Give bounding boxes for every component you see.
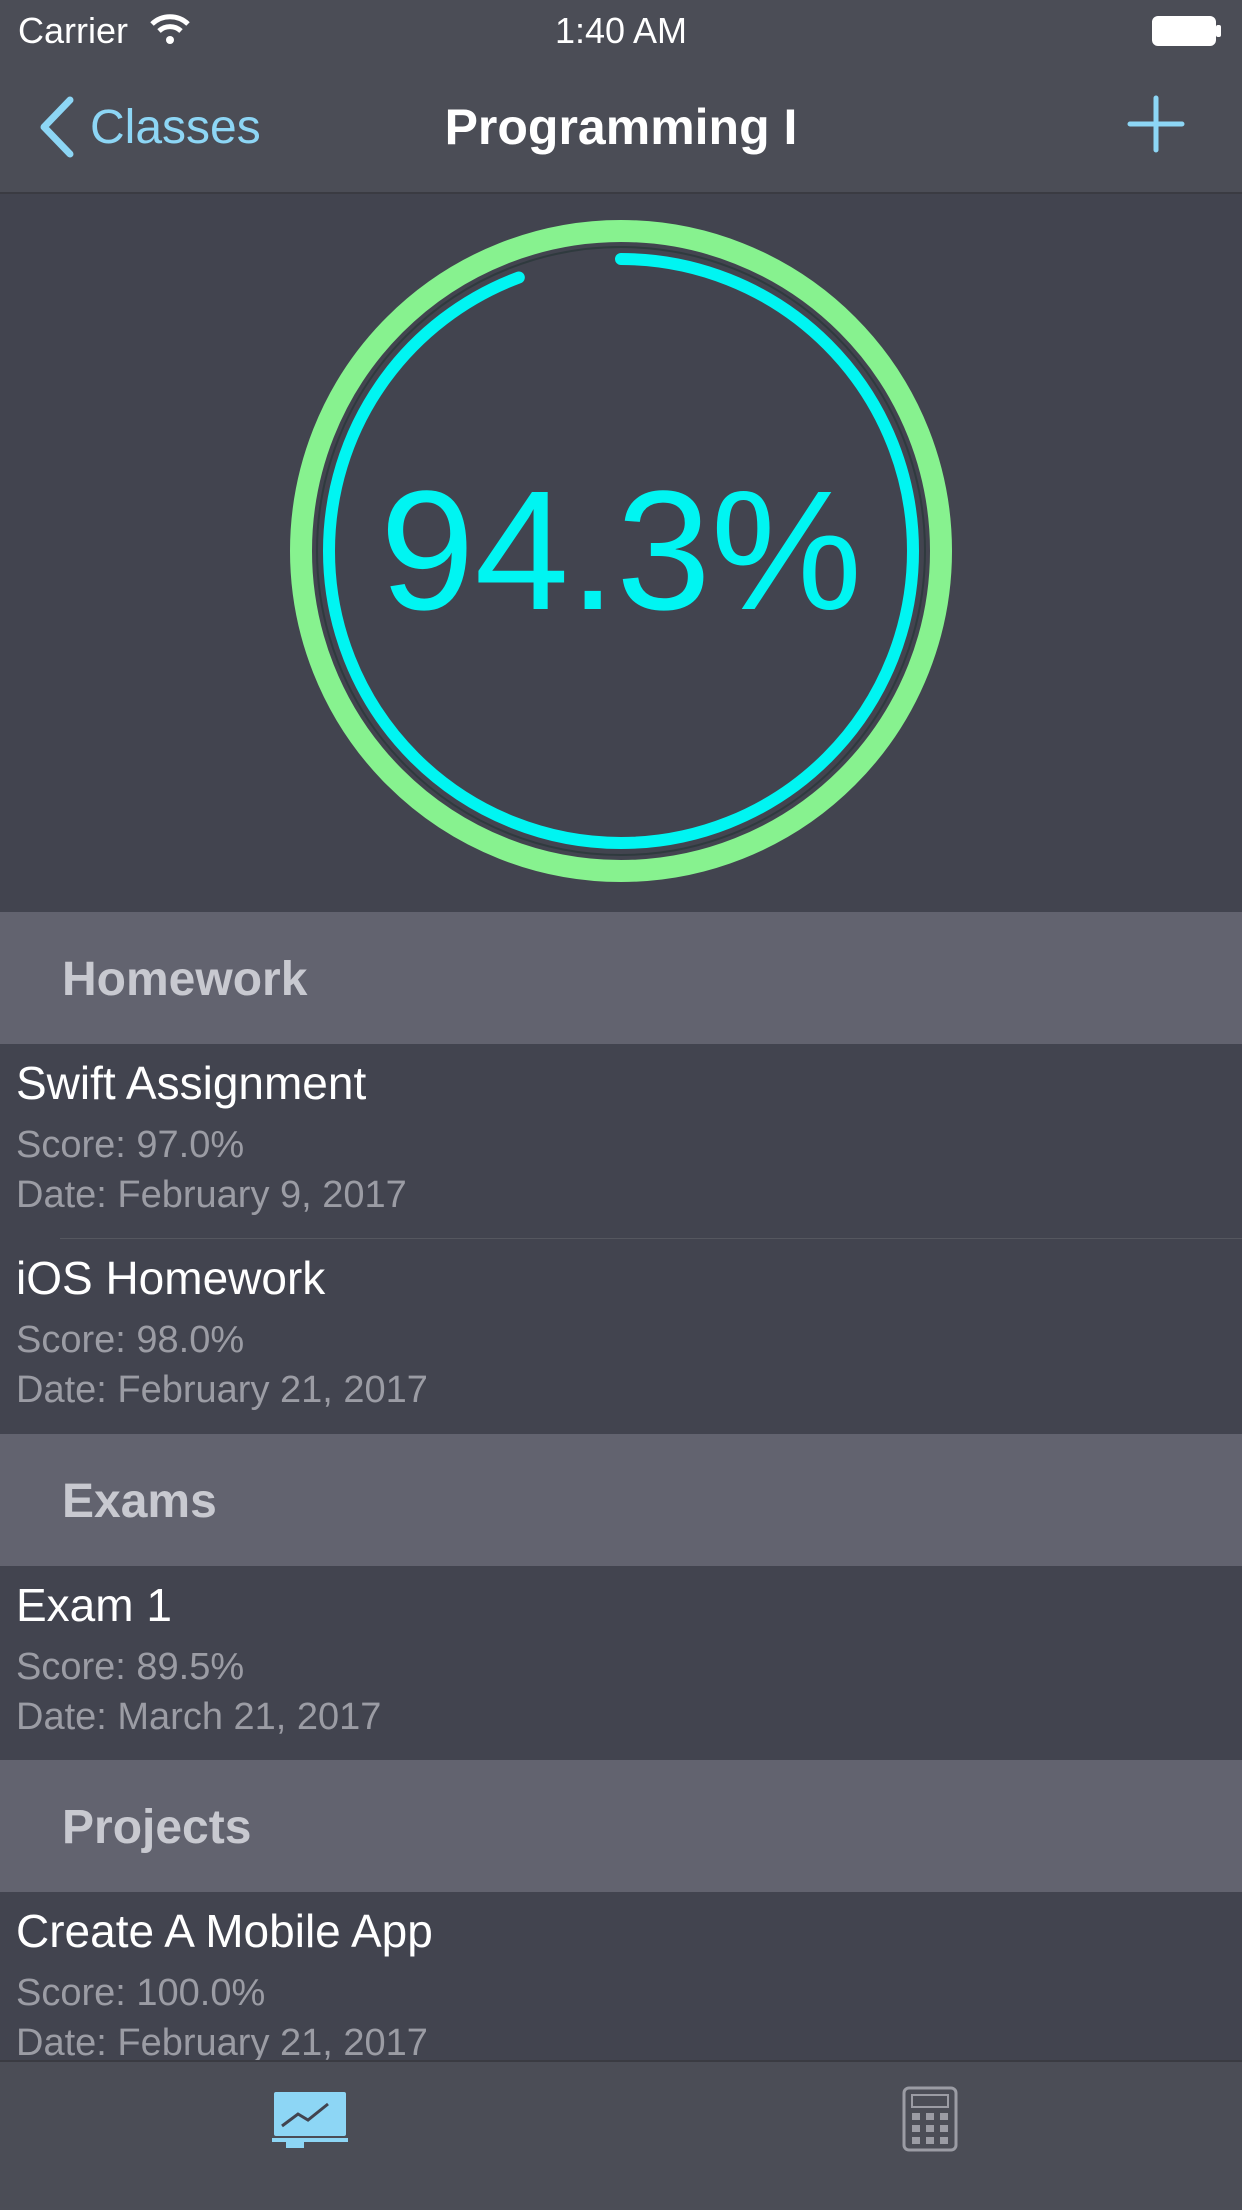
plus-icon[interactable] [1126, 94, 1186, 154]
item-score: Score: 100.0% [16, 1972, 266, 2014]
item-score: Score: 89.5% [16, 1646, 245, 1688]
status-bar: Carrier 1:40 AM [0, 0, 1242, 62]
item-name: Exam 1 [16, 1579, 172, 1631]
item-date: Date: February 21, 2017 [16, 1369, 428, 1411]
item-score: Score: 97.0% [16, 1124, 245, 1166]
status-time: 1:40 AM [554, 10, 688, 51]
item-score: Score: 98.0% [16, 1319, 245, 1361]
list-item[interactable]: Exam 1 Score: 89.5% Date: March 21, 2017 [0, 1566, 1242, 1760]
section-title: Homework [62, 953, 308, 1006]
section-title: Projects [62, 1801, 252, 1854]
section-header-exams: Exams [0, 1434, 1242, 1566]
item-name: iOS Homework [16, 1252, 326, 1304]
tab-bar [0, 2060, 1242, 2210]
chart-board-icon[interactable] [272, 2090, 348, 2150]
section-title: Exams [62, 1475, 217, 1528]
item-date: Date: February 21, 2017 [16, 2022, 428, 2060]
list-item[interactable]: iOS Homework Score: 98.0% Date: February… [0, 1239, 1242, 1433]
item-date: Date: February 9, 2017 [16, 1174, 407, 1216]
list-item[interactable]: Swift Assignment Score: 97.0% Date: Febr… [0, 1044, 1242, 1238]
grade-ring: 94.3% [290, 220, 952, 882]
battery-icon [1152, 16, 1221, 46]
calculator-icon[interactable] [902, 2086, 958, 2152]
item-date: Date: March 21, 2017 [16, 1696, 382, 1738]
navigation-bar: Classes Programming I [0, 62, 1242, 194]
section-header-homework: Homework [0, 912, 1242, 1044]
item-name: Swift Assignment [16, 1057, 367, 1109]
grade-percentage: 94.3% [379, 456, 863, 646]
section-header-projects: Projects [0, 1760, 1242, 1892]
page-title: Programming I [444, 99, 798, 155]
list-item[interactable]: Create A Mobile App Score: 100.0% Date: … [0, 1892, 1242, 2060]
item-name: Create A Mobile App [16, 1905, 433, 1957]
